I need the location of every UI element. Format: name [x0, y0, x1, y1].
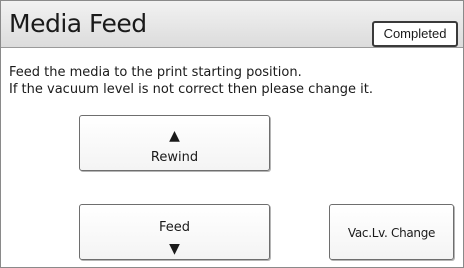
instruction-message: Feed the media to the print starting pos…: [9, 64, 373, 98]
title-bar: Media Feed Completed: [1, 1, 463, 48]
vacuum-level-change-button[interactable]: Vac.Lv. Change: [329, 204, 454, 260]
instruction-line-1: Feed the media to the print starting pos…: [9, 65, 302, 80]
feed-button[interactable]: Feed ▼: [79, 204, 270, 260]
triangle-down-icon: ▼: [169, 240, 180, 257]
feed-label: Feed: [158, 219, 190, 235]
instruction-line-2: If the vacuum level is not correct then …: [9, 82, 373, 97]
page-title: Media Feed: [9, 9, 147, 38]
rewind-label: Rewind: [150, 150, 199, 165]
media-feed-screen: Media Feed Completed Feed the media to t…: [0, 0, 464, 268]
completed-button[interactable]: Completed: [372, 21, 458, 47]
vacuum-level-change-label: Vac.Lv. Change: [347, 226, 436, 240]
triangle-up-icon: ▲: [169, 128, 180, 144]
rewind-button[interactable]: ▲ Rewind: [79, 115, 270, 171]
